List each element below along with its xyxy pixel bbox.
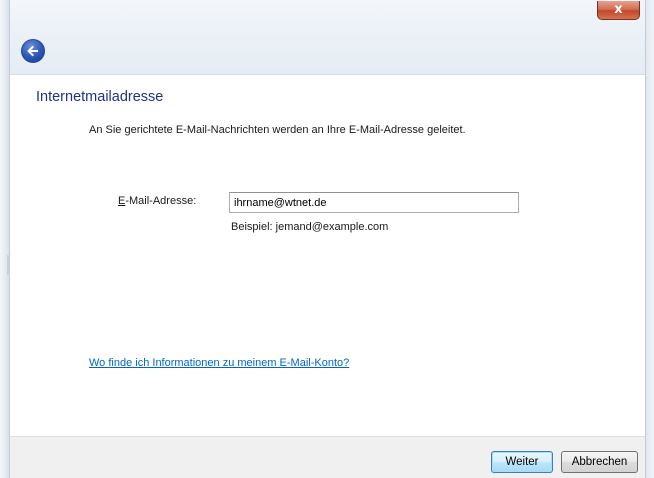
next-button[interactable]: Weiter bbox=[491, 451, 553, 473]
page-title: Internetmailadresse bbox=[36, 89, 164, 105]
window-frame-right bbox=[646, 0, 654, 478]
title-bar-divider bbox=[10, 74, 645, 75]
window-frame-right-border bbox=[645, 0, 646, 478]
cancel-button[interactable]: Abbrechen bbox=[561, 451, 638, 473]
wizard-window: x Internetmailadresse An Sie gerichtete … bbox=[0, 0, 654, 478]
page-description: An Sie gerichtete E-Mail-Nachrichten wer… bbox=[89, 124, 466, 136]
email-label-text: -Mail-Adresse: bbox=[125, 195, 197, 207]
window-resize-grip[interactable] bbox=[7, 255, 10, 275]
email-account-help-link[interactable]: Wo finde ich Informationen zu meinem E-M… bbox=[89, 357, 349, 369]
email-field[interactable] bbox=[229, 192, 519, 213]
email-field-label: E-Mail-Adresse: bbox=[118, 195, 196, 207]
back-arrow-icon bbox=[27, 45, 38, 57]
close-icon: x bbox=[614, 2, 623, 17]
title-bar bbox=[10, 0, 645, 74]
back-button[interactable] bbox=[21, 39, 45, 63]
close-button[interactable]: x bbox=[597, 1, 640, 20]
email-example-hint: Beispiel: jemand@example.com bbox=[231, 221, 389, 233]
window-frame-left bbox=[0, 0, 9, 478]
